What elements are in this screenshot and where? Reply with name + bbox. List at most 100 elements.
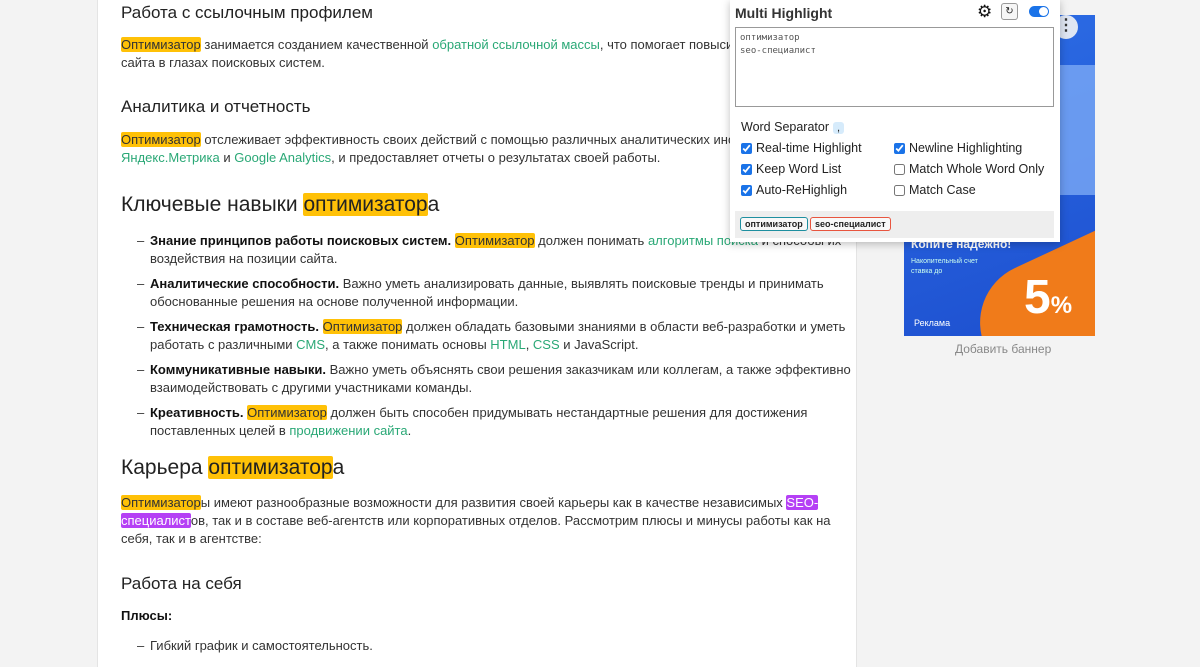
text: Карьера bbox=[121, 456, 209, 479]
link[interactable]: Яндекс.Метрика bbox=[121, 150, 220, 165]
text: и JavaScript. bbox=[559, 337, 639, 352]
text: Важно уметь объяснять свои решения заказ… bbox=[326, 362, 851, 377]
bold: Аналитические способности. bbox=[150, 276, 340, 291]
list-item: – Гибкий график и самостоятельность. bbox=[137, 637, 373, 655]
option-match-case[interactable]: Match Case bbox=[894, 183, 976, 197]
dash: – bbox=[137, 638, 145, 653]
highlight: Оптимизатор bbox=[247, 405, 327, 420]
label: Match Case bbox=[909, 183, 976, 197]
link[interactable]: CSS bbox=[533, 337, 560, 352]
option-auto-rehighlight[interactable]: Auto-ReHighligh bbox=[741, 183, 847, 197]
paragraph: Оптимизатор отслеживает эффективность св… bbox=[121, 131, 754, 167]
text: занимается созданием качественной bbox=[200, 37, 433, 52]
heading-analytics: Аналитика и отчетность bbox=[121, 97, 311, 116]
dash: – bbox=[137, 233, 145, 248]
bold: Коммуникативные навыки. bbox=[150, 362, 327, 377]
pros-label: Плюсы: bbox=[121, 608, 173, 623]
checkbox[interactable] bbox=[741, 184, 752, 196]
text: сайта в глазах поисковых систем. bbox=[121, 55, 325, 70]
text: Гибкий график и самостоятельность. bbox=[150, 638, 373, 653]
text: и bbox=[219, 150, 235, 165]
highlight: Оптимизатор bbox=[454, 233, 535, 248]
heading-links: Работа с ссылочным профилем bbox=[121, 3, 373, 22]
text: , а также понимать основы bbox=[325, 337, 491, 352]
text: , bbox=[525, 337, 533, 352]
checkbox[interactable] bbox=[894, 142, 905, 154]
text: должен понимать bbox=[534, 233, 648, 248]
dash: – bbox=[137, 276, 145, 291]
highlight: оптимизатор bbox=[208, 456, 333, 479]
dash: – bbox=[137, 362, 145, 377]
text: работать с различными bbox=[150, 337, 297, 352]
heading-skills: Ключевые навыки оптимизатора bbox=[121, 193, 439, 217]
text: отслеживает эффективность своих действий… bbox=[200, 132, 754, 147]
highlight: оптимизатор bbox=[303, 193, 428, 216]
word-separator: Word Separator, bbox=[741, 120, 845, 134]
label: Match Whole Word Only bbox=[909, 162, 1045, 176]
ad-label: Реклама bbox=[914, 318, 951, 328]
link[interactable]: HTML bbox=[490, 337, 525, 352]
checkbox[interactable] bbox=[894, 163, 905, 175]
separator-input[interactable]: , bbox=[833, 122, 845, 134]
gear-icon[interactable]: ⚙ bbox=[977, 2, 992, 22]
text: 5 bbox=[1024, 271, 1051, 324]
highlight: Оптимизатор bbox=[121, 37, 201, 52]
link[interactable]: обратной ссылочной массы bbox=[432, 37, 600, 52]
dash: – bbox=[137, 319, 145, 334]
checkbox[interactable] bbox=[894, 184, 905, 196]
link[interactable]: Google Analytics bbox=[234, 150, 331, 165]
refresh-icon[interactable]: ↻ bbox=[1001, 3, 1018, 20]
label: Newline Highlighting bbox=[909, 141, 1023, 155]
bold: Креативность. bbox=[150, 405, 244, 420]
option-keep-list[interactable]: Keep Word List bbox=[741, 162, 841, 176]
paragraph: Оптимизатор занимается созданием качеств… bbox=[121, 36, 757, 72]
text: должен быть способен придумывать нестанд… bbox=[326, 405, 808, 420]
text: себя, так и в агентстве: bbox=[121, 531, 262, 546]
highlight-seo: специалист bbox=[121, 513, 191, 528]
link[interactable]: CMS bbox=[296, 337, 325, 352]
text: обоснованные решения на основе полученно… bbox=[150, 294, 519, 309]
text: воздействия на позиции сайта. bbox=[150, 251, 338, 266]
highlight: Оптимизатор bbox=[322, 319, 403, 334]
word-list-input[interactable] bbox=[735, 27, 1054, 107]
text: . bbox=[407, 423, 412, 438]
text: взаимодействовать с другими участниками … bbox=[150, 380, 473, 395]
text: % bbox=[1050, 292, 1073, 319]
list-item: – Креативность. Оптимизатор должен быть с… bbox=[137, 404, 807, 440]
highlight-seo: SEO- bbox=[786, 495, 819, 510]
text: Ключевые навыки bbox=[121, 193, 304, 216]
list-item: – Техническая грамотность. Оптимизатор до… bbox=[137, 318, 845, 354]
text: ы имеют разнообразные возможности для ра… bbox=[200, 495, 787, 510]
word-tag[interactable]: seo-специалист bbox=[810, 217, 891, 231]
link[interactable]: продвижении сайта bbox=[289, 423, 407, 438]
word-tags: оптимизатор seo-специалист bbox=[735, 211, 1054, 238]
checkbox[interactable] bbox=[741, 163, 752, 175]
option-whole-word[interactable]: Match Whole Word Only bbox=[894, 162, 1044, 176]
label: Auto-ReHighligh bbox=[756, 183, 848, 197]
text: должен обладать базовыми знаниями в обла… bbox=[402, 319, 846, 334]
label: Real-time Highlight bbox=[756, 141, 862, 155]
text: а bbox=[332, 456, 345, 479]
popup-title: Multi Highlight bbox=[735, 5, 833, 21]
list-item: – Коммуникативные навыки. Важно уметь объ… bbox=[137, 361, 851, 397]
text: поставленных целей в bbox=[150, 423, 290, 438]
text: ов, так и в составе веб-агентств или кор… bbox=[190, 513, 831, 528]
heading-self: Работа на себя bbox=[121, 574, 242, 593]
option-realtime[interactable]: Real-time Highlight bbox=[741, 141, 862, 155]
checkbox[interactable] bbox=[741, 142, 752, 154]
bold: Знание принципов работы поисковых систем… bbox=[150, 233, 452, 248]
add-banner-link[interactable]: Добавить баннер bbox=[955, 342, 1051, 356]
label: Keep Word List bbox=[756, 162, 842, 176]
text: , и предоставляет отчеты о результатах с… bbox=[331, 150, 661, 165]
highlight: Оптимизатор bbox=[121, 495, 201, 510]
heading-career: Карьера оптимизатора bbox=[121, 456, 344, 480]
word-tag[interactable]: оптимизатор bbox=[740, 217, 808, 231]
highlight: Оптимизатор bbox=[121, 132, 201, 147]
dash: – bbox=[137, 405, 145, 420]
ad-sub: Накопительный счет ставка до bbox=[911, 258, 978, 275]
text: Важно уметь анализировать данные, выявля… bbox=[339, 276, 824, 291]
enable-toggle[interactable] bbox=[1029, 6, 1049, 17]
text: а bbox=[427, 193, 440, 216]
option-newline[interactable]: Newline Highlighting bbox=[894, 141, 1022, 155]
bold: Техническая грамотность. bbox=[150, 319, 320, 334]
